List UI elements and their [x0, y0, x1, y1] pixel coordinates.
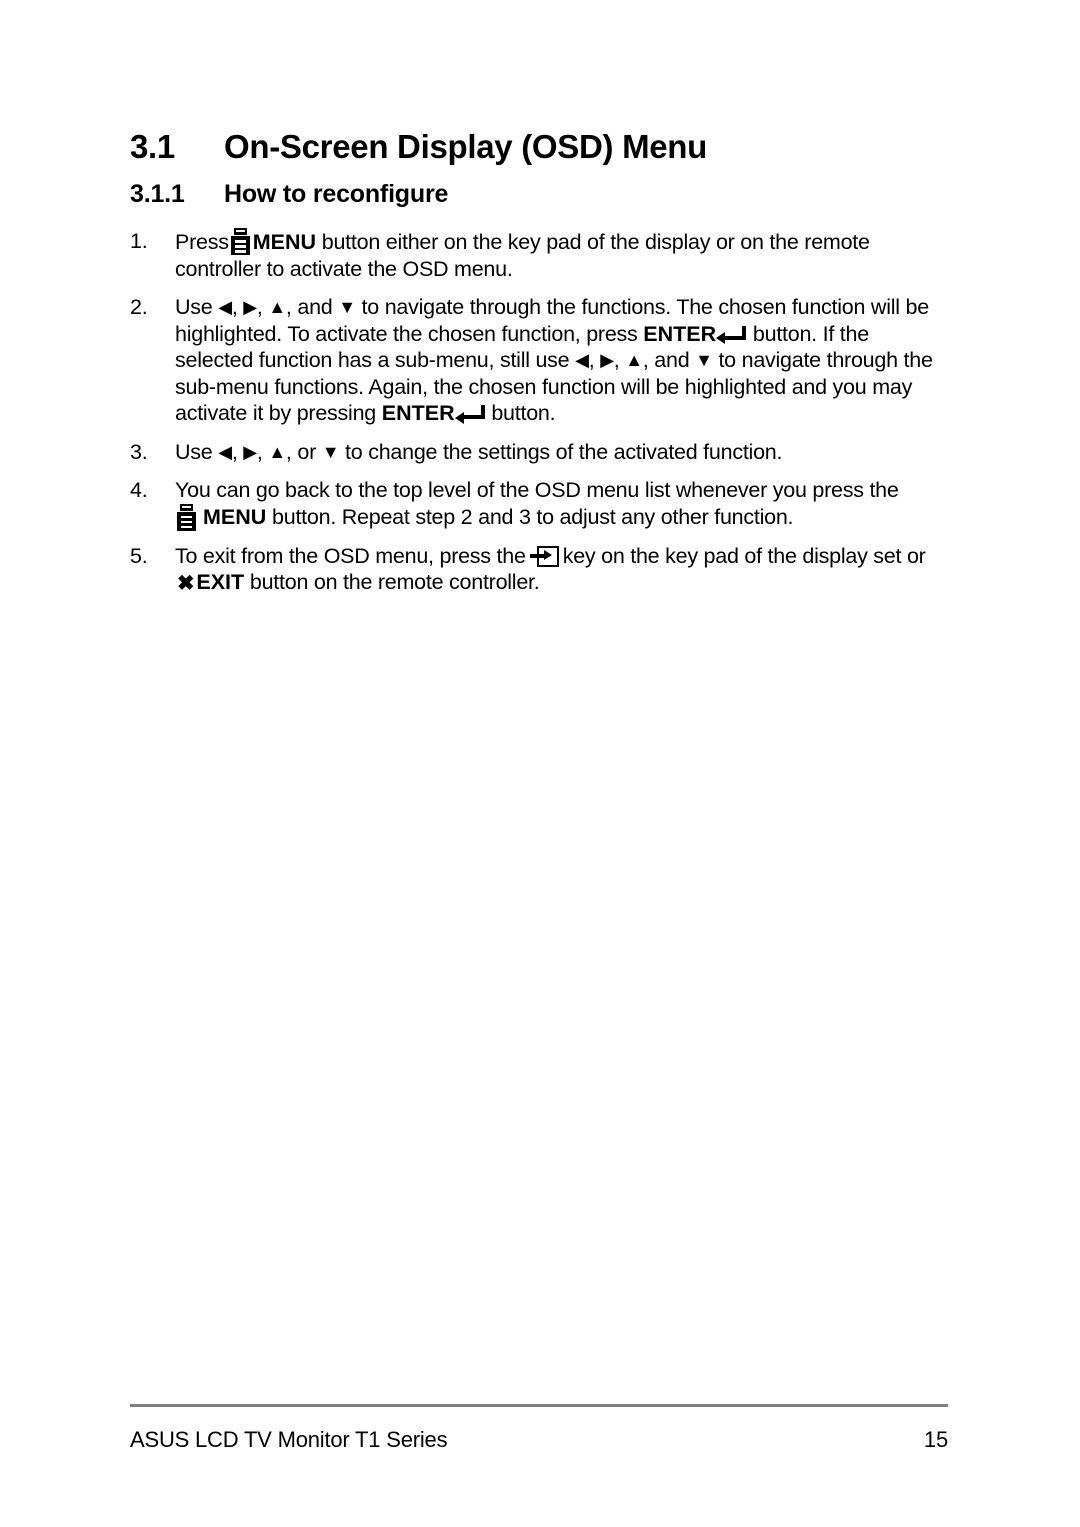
page-number: 15	[923, 1427, 948, 1452]
step-text: Use ◀, ▶, ▲, or ▼ to change the settings…	[175, 439, 948, 466]
list-item: 3. Use ◀, ▶, ▲, or ▼ to change the setti…	[130, 439, 948, 466]
list-item: 1. Press MENU button either on the key pa…	[130, 228, 948, 282]
step-text: To exit from the OSD menu, press the key …	[175, 543, 926, 595]
arrow-up-icon: ▲	[625, 350, 643, 370]
step-marker: 5.	[130, 543, 148, 568]
step-marker: 3.	[130, 439, 148, 464]
step-text-segment: Press	[175, 230, 229, 254]
step-text-segment: , or	[285, 439, 316, 464]
step-text-segment: button.	[491, 401, 556, 425]
exit-keyword: EXIT	[196, 570, 245, 594]
step-text-segment: button. Repeat step 2 and 3 to adjust an…	[272, 504, 794, 529]
step-text-segment: To exit from the OSD menu, press the	[175, 543, 526, 568]
step-text: Use ◀, ▶, ▲, and ▼ to navigate through t…	[175, 294, 948, 427]
footer-divider	[130, 1404, 948, 1407]
list-item: 2. Use ◀, ▶, ▲, and ▼ to navigate throug…	[130, 294, 948, 427]
step-text-segment: , and	[285, 295, 333, 319]
arrow-right-icon: ▶	[243, 297, 257, 317]
step-text-segment: , and	[642, 348, 690, 372]
arrow-down-icon: ▼	[338, 297, 356, 317]
menu-key-icon	[177, 503, 196, 531]
step-text-segment: ,	[588, 348, 595, 372]
arrow-left-icon: ◀	[575, 350, 589, 370]
section-heading: 3.1 On-Screen Display (OSD) Menu	[130, 128, 707, 166]
arrow-down-icon: ▼	[695, 350, 713, 370]
step-text-segment: key on the key pad of the display set or	[562, 543, 926, 568]
menu-keyword: MENU	[203, 504, 267, 529]
arrow-up-icon: ▲	[268, 297, 286, 317]
enter-keyword: ENTER	[643, 321, 717, 346]
arrow-left-icon: ◀	[218, 441, 232, 462]
section-number: 3.1	[130, 128, 175, 165]
step-text-segment: You can go back to the top level of the …	[175, 478, 899, 502]
arrow-left-icon: ◀	[218, 297, 232, 317]
section-title: On-Screen Display (OSD) Menu	[224, 128, 708, 165]
subsection-title: How to reconfigure	[224, 180, 449, 208]
step-text-segment: Use	[175, 439, 213, 464]
procedure-list: 1. Press MENU button either on the key pa…	[130, 228, 948, 608]
step-text-segment: to change the settings of the activated …	[345, 439, 783, 464]
step-marker: 1.	[130, 229, 148, 253]
enter-keyword: ENTER	[381, 401, 455, 425]
step-text-segment: ,	[231, 295, 238, 319]
step-marker: 4.	[130, 478, 148, 502]
subsection-heading: 3.1.1 How to reconfigure	[130, 180, 448, 209]
input-source-key-icon	[529, 545, 559, 567]
step-text: Press MENU button either on the key pad o…	[175, 228, 948, 282]
step-text-segment: ,	[256, 439, 263, 464]
step-marker: 2.	[130, 295, 148, 319]
list-item: 5. To exit from the OSD menu, press the k…	[130, 543, 948, 596]
step-text-segment: ,	[613, 348, 620, 372]
step-text: You can go back to the top level of the …	[175, 477, 948, 531]
arrow-right-icon: ▶	[243, 441, 257, 462]
step-text-segment: Use	[175, 295, 213, 319]
menu-keyword: MENU	[252, 230, 317, 254]
enter-return-icon	[454, 405, 485, 424]
enter-return-icon	[716, 325, 747, 344]
arrow-right-icon: ▶	[600, 350, 614, 370]
arrow-down-icon: ▼	[321, 441, 340, 462]
step-text-segment: ,	[231, 439, 238, 464]
document-page: 3.1 On-Screen Display (OSD) Menu 3.1.1 How…	[0, 0, 1080, 1527]
step-text-segment: ,	[256, 295, 263, 319]
step-text-segment: button on the remote controller.	[249, 570, 540, 594]
subsection-number: 3.1.1	[130, 180, 185, 208]
arrow-up-icon: ▲	[268, 441, 286, 462]
menu-key-icon	[230, 228, 250, 255]
list-item: 4. You can go back to the top level of t…	[130, 477, 948, 531]
